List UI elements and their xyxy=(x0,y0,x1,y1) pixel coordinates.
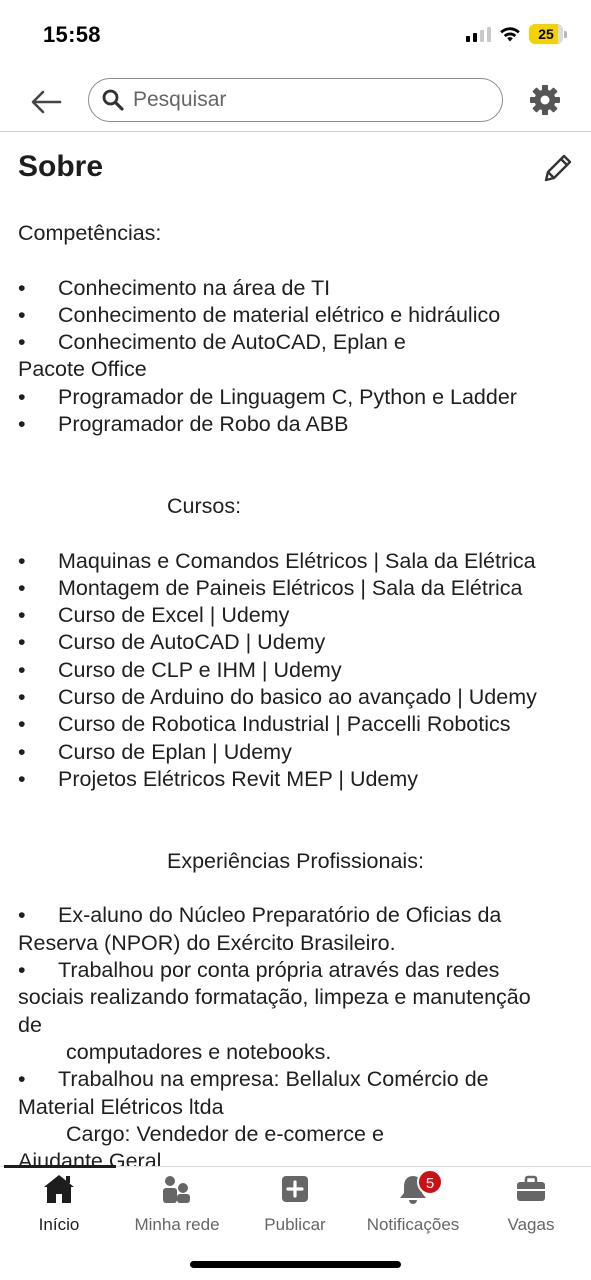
nav-label: Notificações xyxy=(366,1215,460,1234)
bullet-item: • Programador de Robo da ABB xyxy=(18,412,349,437)
about-line: Ajudante Geral xyxy=(18,1149,162,1166)
bullet-item: • Conhecimento de material elétrico e hid… xyxy=(18,302,501,327)
people-icon xyxy=(163,1176,190,1203)
search-input[interactable] xyxy=(133,88,473,112)
briefcase-icon xyxy=(517,1175,545,1201)
search-icon xyxy=(102,89,124,111)
about-text: Competências: • Conhecimento na área de T… xyxy=(18,220,584,1166)
bullet-item: • Montagem de Paineis Elétricos | Sala da… xyxy=(18,575,523,600)
courses-heading: Cursos: xyxy=(167,493,242,518)
nav-label: Publicar xyxy=(264,1215,326,1234)
search-bar[interactable] xyxy=(88,78,503,122)
bullet-item: • Curso de AutoCAD | Udemy xyxy=(18,630,326,655)
nav-item-minha-rede[interactable]: Minha rede xyxy=(118,1173,236,1235)
pencil-icon xyxy=(544,154,572,182)
experience-heading: Experiências Profissionais: xyxy=(167,848,424,873)
nav-label: Início xyxy=(38,1215,80,1234)
about-line: Competências: xyxy=(18,221,162,245)
bullet-item: • Conhecimento de AutoCAD, Eplan e xyxy=(18,330,406,355)
about-section: Sobre Competências: • Conhecimento na áre… xyxy=(0,134,591,1166)
back-button[interactable] xyxy=(26,84,66,120)
bullet-item: • Trabalhou por conta própria através das… xyxy=(18,958,500,983)
about-line: sociais realizando formatação, limpeza e… xyxy=(18,985,531,1010)
cellular-signal-icon xyxy=(466,26,491,42)
bullet-item: • Curso de CLP e IHM | Udemy xyxy=(18,657,342,682)
about-line: Material Elétricos ltda xyxy=(18,1094,224,1119)
section-title: Sobre xyxy=(18,150,104,183)
back-arrow-icon xyxy=(31,90,62,114)
status-bar: 15:58 25 xyxy=(0,0,591,70)
active-tab-indicator xyxy=(4,1165,116,1168)
about-line: Pacote Office xyxy=(18,357,147,382)
home-icon xyxy=(44,1175,74,1203)
nav-label: Vagas xyxy=(507,1215,555,1234)
notification-badge: 5 xyxy=(417,1169,443,1195)
about-line: Cargo: Vendedor de e-comerce e xyxy=(66,1121,384,1146)
nav-item-inicio[interactable]: Início xyxy=(0,1173,118,1235)
bullet-item: • Trabalhou na empresa: Bellalux Comércio… xyxy=(18,1067,489,1092)
bullet-item: • Ex-aluno do Núcleo Preparatório de Ofic… xyxy=(18,903,502,928)
edit-button[interactable] xyxy=(540,152,574,186)
battery-icon: 25 xyxy=(529,24,567,44)
bullet-item: • Projetos Elétricos Revit MEP | Udemy xyxy=(18,766,419,791)
nav-item-vagas[interactable]: Vagas xyxy=(472,1173,590,1235)
bullet-item: • Curso de Eplan | Udemy xyxy=(18,739,292,764)
about-line: Reserva (NPOR) do Exército Brasileiro. xyxy=(18,930,396,955)
gear-icon xyxy=(530,85,560,115)
wifi-icon xyxy=(500,26,520,41)
status-time: 15:58 xyxy=(43,22,101,47)
status-icons: 25 xyxy=(466,24,567,44)
nav-item-publicar[interactable]: Publicar xyxy=(236,1173,354,1235)
home-indicator xyxy=(190,1261,401,1268)
bullet-item: • Curso de Robotica Industrial | Paccelli… xyxy=(18,712,511,737)
bullet-item: • Curso de Excel | Udemy xyxy=(18,603,290,628)
nav-item-notificacoes[interactable]: 5 Notificações xyxy=(354,1169,472,1235)
top-header xyxy=(0,72,591,132)
settings-button[interactable] xyxy=(527,82,563,118)
bullet-item: • Curso de Arduino do basico ao avançado … xyxy=(18,685,537,710)
nav-label: Minha rede xyxy=(134,1215,220,1234)
plus-square-icon xyxy=(282,1176,308,1202)
bullet-item: • Programador de Linguagem C, Python e La… xyxy=(18,384,517,409)
about-line: computadores e notebooks. xyxy=(66,1039,332,1064)
battery-level: 25 xyxy=(538,26,554,42)
bullet-item: • Maquinas e Comandos Elétricos | Sala da… xyxy=(18,548,536,573)
bullet-item: • Conhecimento na área de TI xyxy=(18,275,331,300)
about-line: de xyxy=(18,1012,42,1037)
